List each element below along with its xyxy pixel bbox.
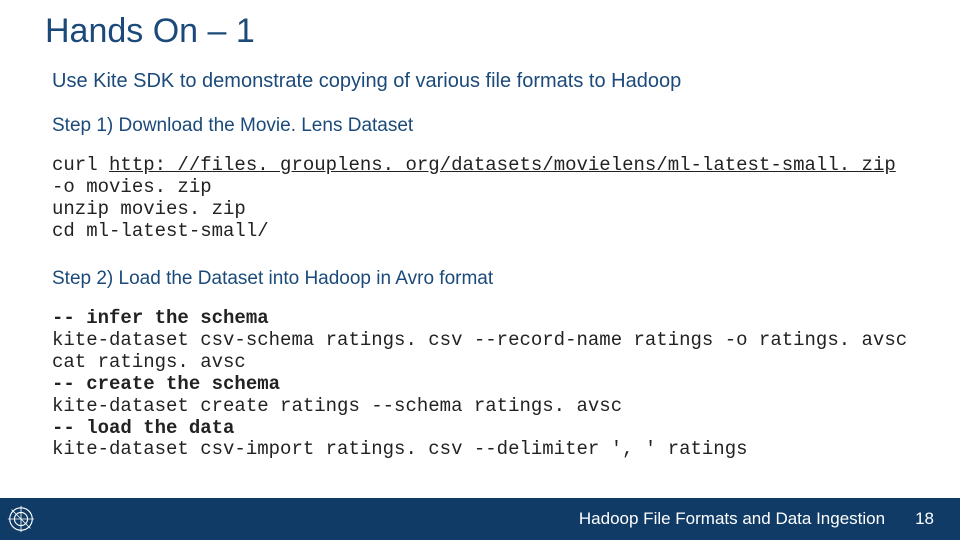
slide-title: Hands On – 1 [45, 12, 255, 51]
slide-content: Use Kite SDK to demonstrate copying of v… [52, 70, 912, 461]
footer-title: Hadoop File Formats and Data Ingestion [579, 509, 915, 529]
code-text: cd ml-latest-small/ [52, 220, 269, 242]
code-text: kite-dataset csv-schema ratings. csv --r… [52, 329, 907, 351]
code-text: kite-dataset create ratings --schema rat… [52, 395, 622, 417]
intro-text: Use Kite SDK to demonstrate copying of v… [52, 70, 912, 93]
step-1-label: Step 1) Download the Movie. Lens Dataset [52, 115, 912, 137]
code-url: http: //files. grouplens. org/datasets/m… [109, 154, 896, 176]
code-text: kite-dataset csv-import ratings. csv --d… [52, 438, 748, 460]
step-2-label: Step 2) Load the Dataset into Hadoop in … [52, 268, 912, 290]
code-text: -o movies. zip [52, 176, 212, 198]
footer-bar: Hadoop File Formats and Data Ingestion 1… [0, 498, 960, 540]
code-comment: -- infer the schema [52, 307, 269, 329]
cern-logo-icon [0, 498, 42, 540]
page-number: 18 [915, 509, 960, 529]
code-comment: -- load the data [52, 417, 234, 439]
code-text: cat ratings. avsc [52, 351, 246, 373]
slide: Hands On – 1 Use Kite SDK to demonstrate… [0, 0, 960, 540]
code-comment: -- create the schema [52, 373, 280, 395]
code-text: curl [52, 154, 109, 176]
code-block-2: -- infer the schema kite-dataset csv-sch… [52, 308, 912, 461]
code-text: unzip movies. zip [52, 198, 246, 220]
code-block-1: curl http: //files. grouplens. org/datas… [52, 155, 912, 242]
